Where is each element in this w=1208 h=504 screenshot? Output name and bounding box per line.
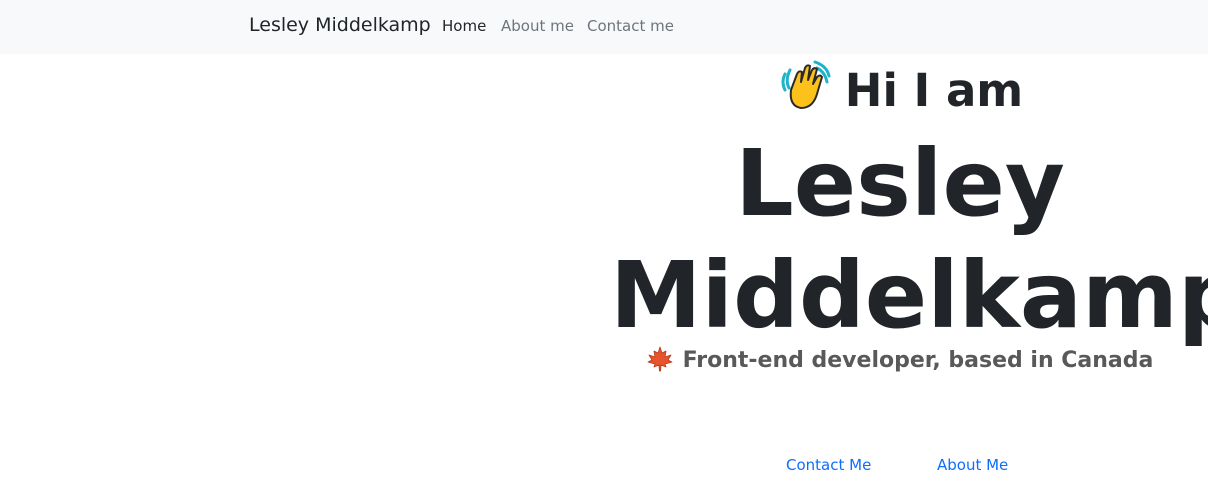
- greeting-text: Hi I am: [844, 64, 1024, 117]
- maple-leaf-icon: [647, 346, 673, 372]
- name-last: Middelkamp: [610, 242, 1208, 349]
- name-first: Lesley: [735, 130, 1065, 237]
- hero-name: Lesley Middelkamp: [610, 128, 1208, 352]
- nav-link-contact-me[interactable]: Contact me: [587, 17, 674, 35]
- navbar-brand[interactable]: Lesley Middelkamp: [249, 14, 431, 36]
- tagline-text: Front-end developer, based in Canada: [682, 348, 1154, 373]
- contact-me-button[interactable]: Contact Me: [786, 456, 871, 474]
- navbar: Lesley Middelkamp Home About me Contact …: [0, 0, 1208, 54]
- about-me-button[interactable]: About Me: [937, 456, 1008, 474]
- hero-greeting: Hi I am: [610, 60, 1190, 117]
- waving-hand-icon: [777, 60, 831, 114]
- nav-link-home[interactable]: Home: [442, 17, 486, 35]
- hero-tagline: Front-end developer, based in Canada: [610, 346, 1190, 373]
- nav-link-about-me[interactable]: About me: [501, 17, 574, 35]
